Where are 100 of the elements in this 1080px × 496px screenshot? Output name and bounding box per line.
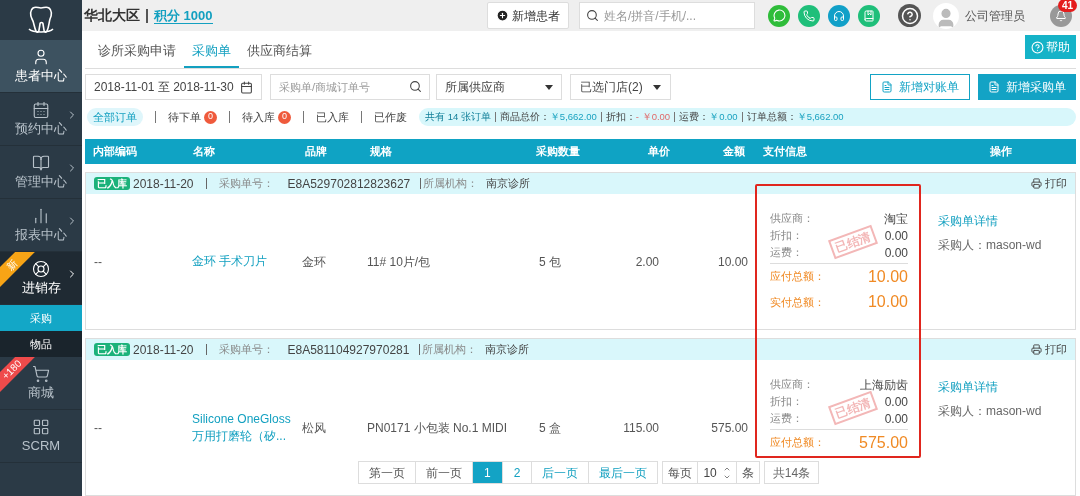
caret-icon <box>653 84 661 90</box>
order-count: 共有 14 张订单 <box>425 109 491 124</box>
org-label: 所属机构： <box>422 342 478 358</box>
payment-value: 0.00 <box>884 227 908 245</box>
caret-icon <box>545 84 553 90</box>
table-cell-text: 10.00 <box>716 253 749 271</box>
buyer-text: 采购人：mason-wd <box>938 237 1043 254</box>
order-date: 2018-11-20 <box>133 175 194 193</box>
printer-icon <box>1031 178 1042 189</box>
user-icon <box>32 48 50 66</box>
help-icon[interactable] <box>898 4 921 27</box>
payment-value: 575.00 <box>859 432 908 453</box>
column-header: 内部编码 <box>92 144 138 160</box>
plus-icon <box>496 9 509 22</box>
patient-search-field[interactable]: 姓名/拼音/手机/... <box>579 2 755 29</box>
table-cell-text: 金环 <box>301 253 327 271</box>
store-select[interactable]: 已选门店(2) <box>570 74 671 100</box>
per-page-field[interactable]: 10 <box>697 462 736 483</box>
payment-label: 运费： <box>770 411 803 427</box>
avatar-icon <box>933 2 959 29</box>
payment-label: 实付总额： <box>770 294 825 310</box>
summary-label: 订单总额： <box>746 109 797 124</box>
summary-label: 运费： <box>679 109 710 124</box>
sidebar-label: 患者中心 <box>15 68 67 84</box>
per-page-unit: 条 <box>735 462 759 483</box>
print-button[interactable]: 打印 <box>1031 341 1067 358</box>
status-tab[interactable]: 已作废 <box>374 108 407 126</box>
buyer-text: 采购人：mason-wd <box>938 403 1043 420</box>
document-icon <box>988 81 1000 93</box>
count-badge: 0 <box>278 110 291 124</box>
region-title: 华北大区 <box>84 6 140 25</box>
search-icon <box>409 80 422 93</box>
table-cell-text: 松风 <box>301 419 327 437</box>
calendar-icon <box>32 101 50 119</box>
summary-value: ￥5,662.00 <box>796 109 844 124</box>
user-name[interactable]: 公司管理员 <box>965 6 1025 25</box>
ring-icon <box>32 260 50 278</box>
grid-icon <box>32 418 50 436</box>
table-cell-text: 115.00 <box>622 419 660 437</box>
new-patient-button[interactable]: 新增患者 <box>487 2 569 29</box>
sidebar-label: 报表中心 <box>15 227 67 243</box>
column-header: 品牌 <box>304 144 328 160</box>
status-tab[interactable]: 待下单 0 <box>168 108 217 126</box>
tooth-logo-icon <box>27 5 55 35</box>
table-cell-text: 2.00 <box>634 253 660 271</box>
table-cell-text: -- <box>93 419 103 437</box>
payment-label: 折扣： <box>770 228 803 244</box>
tab[interactable]: 供应商结算 <box>239 36 320 68</box>
supplier-select[interactable]: 所属供应商 <box>436 74 562 100</box>
printer-icon <box>1031 344 1042 355</box>
order-search-field[interactable]: 采购单/商城订单号 <box>270 74 430 100</box>
payment-value: 10.00 <box>867 266 908 287</box>
sidebar-item[interactable]: 患者中心 <box>0 40 82 93</box>
table-cell-text: -- <box>93 253 103 271</box>
submenu-item[interactable]: 物品 <box>0 331 82 357</box>
cart-icon <box>32 365 50 383</box>
bar-chart-icon <box>32 207 50 225</box>
document-icon <box>881 81 893 93</box>
table-cell-text: 5 盒 <box>538 419 562 437</box>
payment-label: 应付总额： <box>770 269 825 285</box>
payment-label: 折扣： <box>770 394 803 410</box>
sidebar-item[interactable]: 新 进销存 <box>0 252 82 305</box>
table-cell-text: 11# 10片/包 <box>366 253 432 271</box>
sidebar-label: 管理中心 <box>15 174 67 190</box>
order-date: 2018-11-20 <box>133 341 194 359</box>
payment-label: 运费： <box>770 245 803 261</box>
date-range-field[interactable]: 2018-11-01 至 2018-11-30 <box>85 74 262 100</box>
sidebar-label: SCRM <box>21 438 61 454</box>
column-header: 规格 <box>369 144 393 160</box>
chat-icon[interactable] <box>768 4 790 27</box>
order-number-label: 采购单号： <box>218 176 274 192</box>
order-number-label: 采购单号： <box>218 342 274 358</box>
search-icon <box>586 9 599 22</box>
status-badge: 已入库 <box>94 177 130 190</box>
column-header: 名称 <box>192 144 216 160</box>
column-header: 采购数量 <box>535 144 581 160</box>
org-label: 所属机构： <box>423 176 479 192</box>
summary-value: ￥5,662.00 <box>549 109 597 124</box>
headset-icon[interactable] <box>828 4 850 27</box>
help-icon <box>1031 40 1044 54</box>
status-tab[interactable]: 待入库 0 <box>242 108 291 126</box>
status-badge: 已入库 <box>94 343 130 356</box>
calendar-icon <box>240 80 253 94</box>
count-badge: 0 <box>204 110 217 124</box>
summary-label: 商品总价： <box>499 109 550 124</box>
tab[interactable]: 诊所采购申请 <box>90 36 184 68</box>
notification-badge: 41 <box>1058 0 1078 12</box>
phone-icon[interactable] <box>798 4 820 27</box>
payment-value: 淘宝 <box>884 210 908 228</box>
print-button[interactable]: 打印 <box>1031 175 1067 192</box>
org-name: 南京诊所 <box>485 342 530 358</box>
summary-value: ￥0.00 <box>709 109 738 124</box>
status-tab[interactable]: 已入库 <box>316 108 349 126</box>
table-cell-text: 5 包 <box>538 253 562 271</box>
summary-value: - ￥0.00 <box>635 109 671 124</box>
settled-stamp: 已结清 <box>827 224 879 260</box>
per-page-label: 每页 <box>667 464 694 482</box>
sidebar-label: 预约中心 <box>15 121 67 137</box>
book-icon[interactable] <box>858 4 880 27</box>
table-cell-text: PN0171 小包装 No.1 MIDI <box>366 419 506 437</box>
